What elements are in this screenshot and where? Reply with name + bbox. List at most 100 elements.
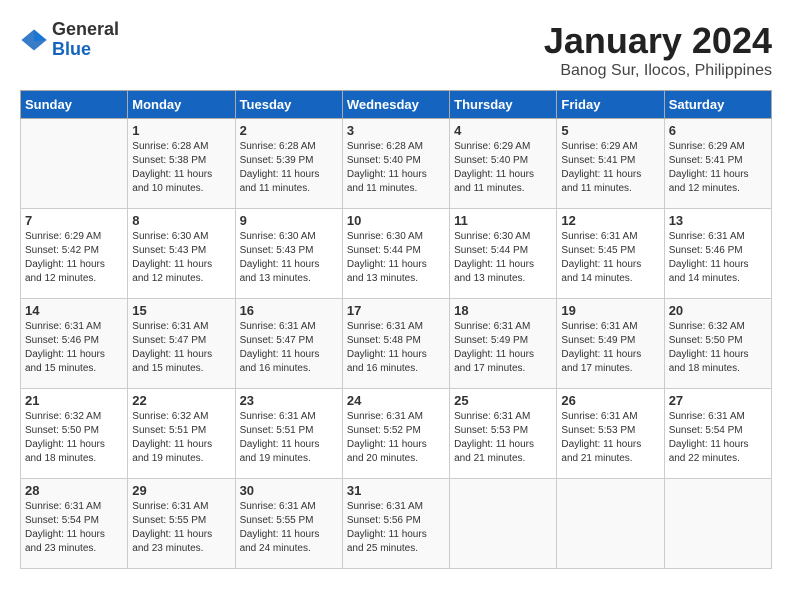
day-cell: 6Sunrise: 6:29 AMSunset: 5:41 PMDaylight…: [664, 119, 771, 209]
day-info: Sunrise: 6:29 AMSunset: 5:41 PMDaylight:…: [561, 140, 659, 196]
day-number: 29: [132, 483, 230, 498]
day-number: 15: [132, 303, 230, 318]
day-cell: 27 Sunrise: 6:31 AMSunset: 5:54 PMDayligh…: [664, 389, 771, 479]
week-row-5: 28Sunrise: 6:31 AMSunset: 5:54 PMDayligh…: [21, 479, 772, 569]
month-title: January 2024: [544, 20, 772, 62]
day-cell: 3 Sunrise: 6:28 AMSunset: 5:40 PMDaylight…: [342, 119, 449, 209]
day-cell: 13 Sunrise: 6:31 AMSunset: 5:46 PMDayligh…: [664, 209, 771, 299]
day-cell: 7 Sunrise: 6:29 AMSunset: 5:42 PMDaylight…: [21, 209, 128, 299]
logo-text-general: General: [52, 20, 119, 40]
day-cell: 26Sunrise: 6:31 AMSunset: 5:53 PMDayligh…: [557, 389, 664, 479]
day-number: 4: [454, 123, 552, 138]
day-info: Sunrise: 6:29 AMSunset: 5:41 PMDaylight:…: [669, 140, 767, 196]
day-info: Sunrise: 6:30 AMSunset: 5:44 PMDaylight:…: [454, 230, 552, 286]
day-info: Sunrise: 6:31 AMSunset: 5:54 PMDaylight:…: [25, 500, 123, 556]
calendar-table: SundayMondayTuesdayWednesdayThursdayFrid…: [20, 90, 772, 569]
day-info: Sunrise: 6:31 AMSunset: 5:49 PMDaylight:…: [561, 320, 659, 376]
day-cell: 16 Sunrise: 6:31 AMSunset: 5:47 PMDayligh…: [235, 299, 342, 389]
day-info: Sunrise: 6:31 AMSunset: 5:49 PMDaylight:…: [454, 320, 552, 376]
week-row-1: 1Sunrise: 6:28 AMSunset: 5:38 PMDaylight…: [21, 119, 772, 209]
day-number: 30: [240, 483, 338, 498]
day-cell: 25 Sunrise: 6:31 AMSunset: 5:53 PMDayligh…: [450, 389, 557, 479]
day-cell: 29 Sunrise: 6:31 AMSunset: 5:55 PMDayligh…: [128, 479, 235, 569]
day-cell: 24Sunrise: 6:31 AMSunset: 5:52 PMDayligh…: [342, 389, 449, 479]
day-cell: 5 Sunrise: 6:29 AMSunset: 5:41 PMDaylight…: [557, 119, 664, 209]
day-number: 22: [132, 393, 230, 408]
day-cell: 1Sunrise: 6:28 AMSunset: 5:38 PMDaylight…: [128, 119, 235, 209]
day-number: 31: [347, 483, 445, 498]
header-friday: Friday: [557, 91, 664, 119]
header-wednesday: Wednesday: [342, 91, 449, 119]
day-cell: 15 Sunrise: 6:31 AMSunset: 5:47 PMDayligh…: [128, 299, 235, 389]
day-number: 13: [669, 213, 767, 228]
day-info: Sunrise: 6:31 AMSunset: 5:56 PMDaylight:…: [347, 500, 445, 556]
day-cell: 28Sunrise: 6:31 AMSunset: 5:54 PMDayligh…: [21, 479, 128, 569]
day-number: 12: [561, 213, 659, 228]
day-cell: 2 Sunrise: 6:28 AMSunset: 5:39 PMDaylight…: [235, 119, 342, 209]
day-info: Sunrise: 6:28 AMSunset: 5:40 PMDaylight:…: [347, 140, 445, 196]
day-info: Sunrise: 6:31 AMSunset: 5:53 PMDaylight:…: [454, 410, 552, 466]
day-cell: [450, 479, 557, 569]
day-cell: [664, 479, 771, 569]
logo-icon: [20, 26, 48, 54]
day-info: Sunrise: 6:31 AMSunset: 5:46 PMDaylight:…: [669, 230, 767, 286]
day-number: 2: [240, 123, 338, 138]
day-cell: 11 Sunrise: 6:30 AMSunset: 5:44 PMDayligh…: [450, 209, 557, 299]
day-info: Sunrise: 6:32 AMSunset: 5:50 PMDaylight:…: [669, 320, 767, 376]
day-number: 8: [132, 213, 230, 228]
header-tuesday: Tuesday: [235, 91, 342, 119]
day-cell: 18 Sunrise: 6:31 AMSunset: 5:49 PMDayligh…: [450, 299, 557, 389]
day-info: Sunrise: 6:31 AMSunset: 5:48 PMDaylight:…: [347, 320, 445, 376]
day-number: 1: [132, 123, 230, 138]
day-info: Sunrise: 6:29 AMSunset: 5:42 PMDaylight:…: [25, 230, 123, 286]
day-cell: 22 Sunrise: 6:32 AMSunset: 5:51 PMDayligh…: [128, 389, 235, 479]
title-area: January 2024 Banog Sur, Ilocos, Philippi…: [544, 20, 772, 80]
day-info: Sunrise: 6:31 AMSunset: 5:52 PMDaylight:…: [347, 410, 445, 466]
day-cell: [557, 479, 664, 569]
day-number: 25: [454, 393, 552, 408]
day-info: Sunrise: 6:32 AMSunset: 5:50 PMDaylight:…: [25, 410, 123, 466]
day-cell: 23 Sunrise: 6:31 AMSunset: 5:51 PMDayligh…: [235, 389, 342, 479]
day-info: Sunrise: 6:31 AMSunset: 5:47 PMDaylight:…: [132, 320, 230, 376]
week-row-3: 14Sunrise: 6:31 AMSunset: 5:46 PMDayligh…: [21, 299, 772, 389]
day-number: 27: [669, 393, 767, 408]
day-number: 20: [669, 303, 767, 318]
day-number: 23: [240, 393, 338, 408]
location-title: Banog Sur, Ilocos, Philippines: [544, 62, 772, 80]
day-info: Sunrise: 6:29 AMSunset: 5:40 PMDaylight:…: [454, 140, 552, 196]
day-info: Sunrise: 6:30 AMSunset: 5:43 PMDaylight:…: [240, 230, 338, 286]
header-sunday: Sunday: [21, 91, 128, 119]
day-number: 3: [347, 123, 445, 138]
day-cell: 8 Sunrise: 6:30 AMSunset: 5:43 PMDaylight…: [128, 209, 235, 299]
day-info: Sunrise: 6:31 AMSunset: 5:55 PMDaylight:…: [240, 500, 338, 556]
header-monday: Monday: [128, 91, 235, 119]
day-number: 18: [454, 303, 552, 318]
day-number: 17: [347, 303, 445, 318]
day-cell: 19 Sunrise: 6:31 AMSunset: 5:49 PMDayligh…: [557, 299, 664, 389]
day-info: Sunrise: 6:31 AMSunset: 5:55 PMDaylight:…: [132, 500, 230, 556]
day-cell: 4 Sunrise: 6:29 AMSunset: 5:40 PMDaylight…: [450, 119, 557, 209]
logo-text-blue: Blue: [52, 40, 119, 60]
day-cell: [21, 119, 128, 209]
day-cell: 12 Sunrise: 6:31 AMSunset: 5:45 PMDayligh…: [557, 209, 664, 299]
day-info: Sunrise: 6:31 AMSunset: 5:45 PMDaylight:…: [561, 230, 659, 286]
day-cell: 30 Sunrise: 6:31 AMSunset: 5:55 PMDayligh…: [235, 479, 342, 569]
day-info: Sunrise: 6:31 AMSunset: 5:47 PMDaylight:…: [240, 320, 338, 376]
day-number: 19: [561, 303, 659, 318]
day-info: Sunrise: 6:28 AMSunset: 5:39 PMDaylight:…: [240, 140, 338, 196]
day-number: 16: [240, 303, 338, 318]
day-info: Sunrise: 6:30 AMSunset: 5:43 PMDaylight:…: [132, 230, 230, 286]
header-thursday: Thursday: [450, 91, 557, 119]
day-info: Sunrise: 6:32 AMSunset: 5:51 PMDaylight:…: [132, 410, 230, 466]
day-info: Sunrise: 6:31 AMSunset: 5:54 PMDaylight:…: [669, 410, 767, 466]
day-number: 26: [561, 393, 659, 408]
day-cell: 14Sunrise: 6:31 AMSunset: 5:46 PMDayligh…: [21, 299, 128, 389]
day-number: 5: [561, 123, 659, 138]
day-info: Sunrise: 6:30 AMSunset: 5:44 PMDaylight:…: [347, 230, 445, 286]
day-info: Sunrise: 6:31 AMSunset: 5:51 PMDaylight:…: [240, 410, 338, 466]
day-info: Sunrise: 6:31 AMSunset: 5:46 PMDaylight:…: [25, 320, 123, 376]
day-cell: 10Sunrise: 6:30 AMSunset: 5:44 PMDayligh…: [342, 209, 449, 299]
day-number: 9: [240, 213, 338, 228]
day-number: 7: [25, 213, 123, 228]
day-number: 11: [454, 213, 552, 228]
